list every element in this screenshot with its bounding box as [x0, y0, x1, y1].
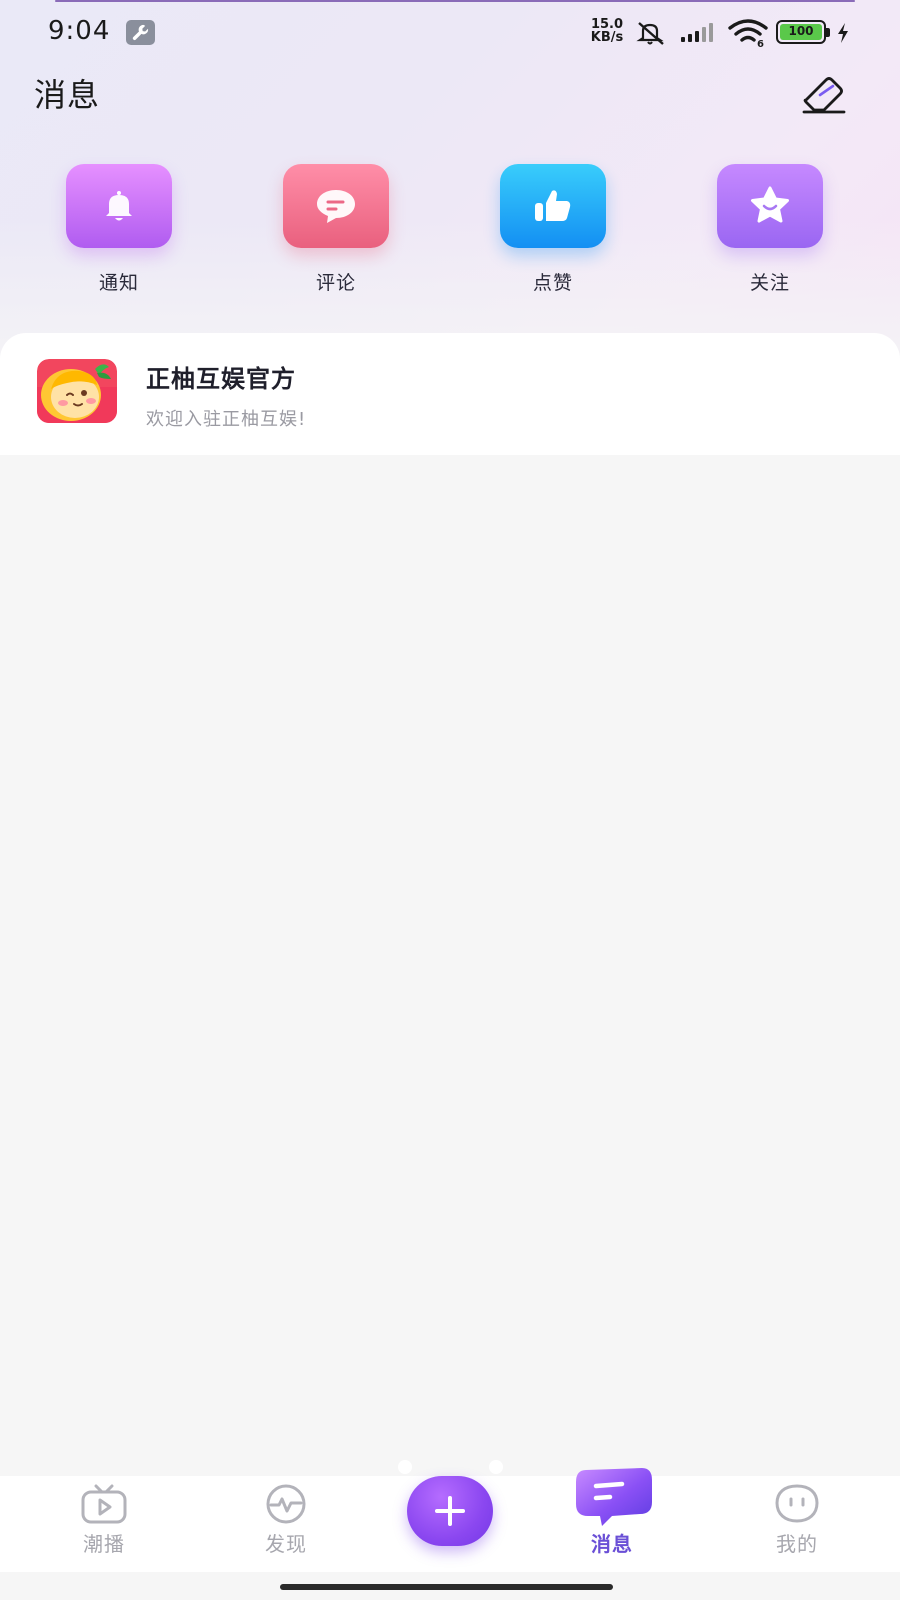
quick-entries: 通知 评论 点赞 关注: [0, 164, 900, 304]
nav-label: 潮播: [83, 1532, 125, 1556]
comment-tile[interactable]: [283, 164, 389, 248]
charging-icon: [836, 22, 850, 48]
tv-icon: [81, 1484, 127, 1524]
quick-entry-label: 关注: [749, 272, 790, 294]
quick-entry-like[interactable]: 点赞: [488, 164, 618, 295]
page-dot: [398, 1460, 412, 1474]
signal-icon: [680, 22, 718, 48]
net-speed-unit: KB/s: [590, 30, 624, 45]
star-icon: [751, 186, 789, 223]
thumbs-up-icon: [535, 190, 571, 221]
quick-entry-label: 通知: [98, 272, 139, 294]
wrench-icon: [126, 20, 155, 45]
message-preview: 欢迎入驻正柚互娱!: [146, 409, 307, 430]
nav-item-discover[interactable]: 发现: [226, 1476, 346, 1572]
battery-level: 100: [780, 24, 822, 40]
nav-label: 我的: [776, 1532, 818, 1556]
face-icon: [775, 1484, 819, 1523]
nav-item-me[interactable]: 我的: [737, 1476, 857, 1572]
page-title: 消息: [34, 76, 101, 114]
pulse-icon: [266, 1484, 306, 1524]
page-indicator: [0, 1460, 900, 1474]
follow-tile[interactable]: [717, 164, 823, 248]
quick-entry-label: 点赞: [532, 272, 573, 294]
status-time: 9:04: [48, 16, 111, 46]
wifi-icon: 6: [728, 18, 768, 52]
bell-icon: [106, 191, 132, 221]
net-speed: 15.0 KB/s: [586, 18, 628, 44]
official-avatar: [37, 359, 117, 423]
mute-icon: [634, 20, 668, 50]
plus-icon: [435, 1496, 465, 1526]
battery-cap: [826, 28, 830, 37]
page-dot: [489, 1460, 503, 1474]
eraser-icon: [802, 77, 846, 114]
nav-label: 发现: [265, 1532, 307, 1556]
quick-entry-notice[interactable]: 通知: [54, 164, 184, 295]
clear-unread-button[interactable]: [800, 70, 846, 116]
notice-tile[interactable]: [66, 164, 172, 248]
nav-label: 消息: [591, 1532, 633, 1556]
chat-bubble-icon: [576, 1468, 652, 1526]
publish-button[interactable]: [407, 1476, 493, 1546]
quick-entry-follow[interactable]: 关注: [705, 164, 835, 295]
comment-bubble-icon: [317, 190, 355, 223]
message-sender: 正柚互娱官方: [146, 365, 296, 393]
nav-item-chaobo[interactable]: 潮播: [44, 1476, 164, 1572]
battery-icon: 100: [776, 20, 826, 44]
quick-entry-label: 评论: [315, 272, 356, 294]
message-item[interactable]: 正柚互娱官方 欢迎入驻正柚互娱!: [0, 333, 900, 455]
status-bar: 9:04 15.0 KB/s 6 100: [0, 0, 900, 64]
home-indicator: [280, 1584, 613, 1590]
quick-entry-comment[interactable]: 评论: [271, 164, 401, 295]
like-tile[interactable]: [500, 164, 606, 248]
svg-text:6: 6: [757, 39, 764, 48]
